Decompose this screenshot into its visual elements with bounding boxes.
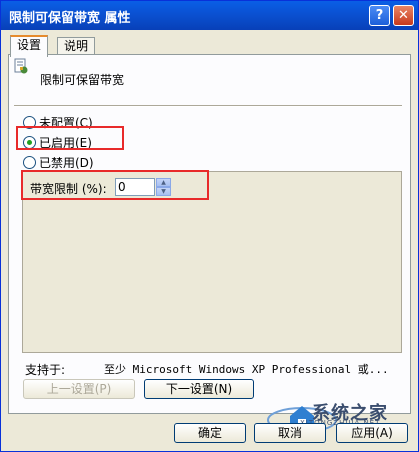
title-bar[interactable]: 限制可保留带宽 属性 ? ✕ — [1, 1, 418, 30]
tab-settings[interactable]: 设置 — [10, 35, 49, 57]
highlight-box-enabled — [16, 126, 124, 150]
supported-on-value: 至少 Microsoft Windows XP Professional 或..… — [104, 363, 389, 376]
previous-setting-button[interactable]: 上一设置(P) — [23, 379, 135, 399]
help-button[interactable]: ? — [369, 5, 390, 26]
window-title: 限制可保留带宽 属性 — [9, 11, 131, 26]
close-icon: ✕ — [398, 8, 409, 23]
next-setting-button[interactable]: 下一设置(N) — [144, 379, 254, 399]
tab-explain[interactable]: 说明 — [57, 37, 96, 55]
radio-label: 已禁用(D) — [39, 156, 94, 170]
close-button[interactable]: ✕ — [393, 5, 414, 26]
ok-button[interactable]: 确定 — [174, 423, 246, 443]
policy-setting-icon — [14, 58, 28, 74]
divider — [14, 105, 402, 107]
radio-icon — [23, 156, 36, 169]
highlight-box-bandwidth — [21, 170, 209, 200]
apply-button[interactable]: 应用(A) — [336, 423, 408, 443]
policy-name: 限制可保留带宽 — [40, 73, 125, 87]
cancel-button[interactable]: 取消 — [254, 423, 326, 443]
help-icon: ? — [375, 8, 384, 23]
supported-on-label: 支持于: — [25, 363, 66, 377]
radio-disabled[interactable]: 已禁用(D) — [23, 154, 94, 170]
